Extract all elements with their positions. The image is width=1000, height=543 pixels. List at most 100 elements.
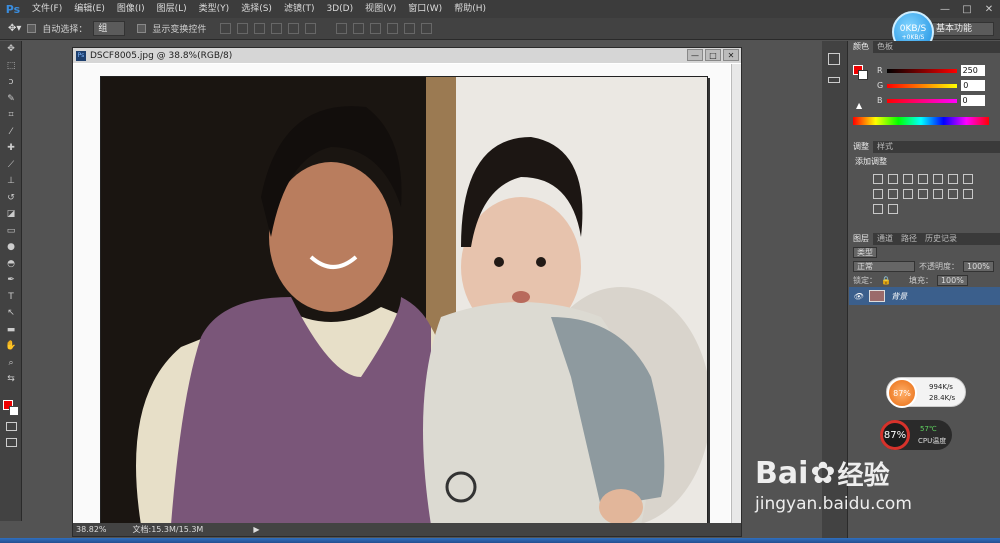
tab-history[interactable]: 历史记录 [921, 233, 961, 245]
blue-value[interactable]: 0 [960, 95, 985, 106]
visibility-eye-icon[interactable]: 👁 [853, 292, 863, 301]
red-value[interactable]: 250 [960, 65, 985, 76]
vibrance-icon[interactable] [933, 174, 943, 184]
align-right-icon[interactable] [305, 23, 317, 34]
color-balance-icon[interactable] [963, 174, 973, 184]
align-vcenter-icon[interactable] [237, 23, 249, 34]
align-bottom-icon[interactable] [254, 23, 266, 34]
lasso-icon[interactable]: ↄ [0, 74, 22, 91]
align-top-icon[interactable] [220, 23, 232, 34]
curves-icon[interactable] [903, 174, 913, 184]
red-slider[interactable] [886, 68, 957, 73]
tab-paths[interactable]: 路径 [897, 233, 921, 245]
history-panel-icon[interactable] [828, 53, 840, 65]
menu-window[interactable]: 窗口(W) [402, 0, 448, 18]
menu-file[interactable]: 文件(F) [26, 0, 68, 18]
move-icon[interactable]: ✥ [0, 41, 22, 58]
menu-select[interactable]: 选择(S) [235, 0, 278, 18]
lock-icon[interactable]: 🔒 [881, 276, 891, 285]
doc-maximize-button[interactable]: □ [705, 49, 721, 61]
auto-select-dropdown[interactable]: 组 [93, 21, 126, 36]
gradient-icon[interactable]: ▭ [0, 223, 22, 240]
network-monitor-widget[interactable]: 87% 994K/s 28.4K/s [886, 377, 966, 408]
distribute-vcenter-icon[interactable] [353, 23, 365, 34]
quick-mask-icon[interactable] [6, 422, 17, 431]
healing-brush-icon[interactable]: ✚ [0, 140, 22, 157]
opacity-value[interactable]: 100% [963, 260, 994, 272]
tab-color[interactable]: 颜色 [849, 41, 873, 53]
threshold-icon[interactable] [963, 189, 973, 199]
shape-icon[interactable]: ▬ [0, 322, 22, 339]
eraser-icon[interactable]: ◪ [0, 206, 22, 223]
distribute-hcenter-icon[interactable] [404, 23, 416, 34]
brush-icon[interactable]: ⟋ [0, 157, 22, 174]
screen-mode-icon[interactable] [6, 438, 17, 447]
dodge-icon[interactable]: ◓ [0, 256, 22, 273]
distribute-top-icon[interactable] [336, 23, 348, 34]
distribute-right-icon[interactable] [421, 23, 433, 34]
menu-3d[interactable]: 3D(D) [320, 0, 359, 18]
type-icon[interactable]: T [0, 289, 22, 306]
canvas[interactable] [74, 64, 730, 524]
auto-select-checkbox[interactable] [27, 24, 37, 33]
brightness-icon[interactable] [873, 174, 883, 184]
crop-icon[interactable]: ⌗ [0, 107, 22, 124]
layer-kind-dropdown[interactable]: 类型 [853, 246, 877, 258]
exposure-icon[interactable] [918, 174, 928, 184]
distribute-left-icon[interactable] [387, 23, 399, 34]
menu-image[interactable]: 图像(I) [111, 0, 151, 18]
menu-layer[interactable]: 图层(L) [151, 0, 193, 18]
levels-icon[interactable] [888, 174, 898, 184]
eyedropper-icon[interactable]: ⁄ [0, 124, 22, 141]
cpu-temp-widget[interactable]: 87% 57℃ CPU温度 [880, 420, 952, 450]
channel-mixer-icon[interactable] [903, 189, 913, 199]
path-select-icon[interactable]: ↖ [0, 305, 22, 322]
swap-colors-icon[interactable]: ⇆ [0, 371, 22, 388]
blur-icon[interactable]: ● [0, 239, 22, 256]
menu-help[interactable]: 帮助(H) [448, 0, 492, 18]
gradient-map-icon[interactable] [873, 204, 883, 214]
marquee-icon[interactable]: ⬚ [0, 58, 22, 75]
statusbar-arrow-icon[interactable]: ▶ [253, 525, 259, 534]
document-vertical-scrollbar[interactable] [731, 64, 741, 523]
selective-color-icon[interactable] [888, 204, 898, 214]
color-lookup-icon[interactable] [918, 189, 928, 199]
show-transform-checkbox[interactable] [137, 24, 147, 33]
panel-bg-color[interactable] [858, 70, 868, 80]
quick-select-icon[interactable]: ✎ [0, 91, 22, 108]
tab-layers[interactable]: 图层 [849, 233, 873, 245]
blend-mode-dropdown[interactable]: 正常 [853, 260, 915, 272]
pen-icon[interactable]: ✒ [0, 272, 22, 289]
tab-channels[interactable]: 通道 [873, 233, 897, 245]
green-value[interactable]: 0 [961, 80, 986, 91]
layer-background-row[interactable]: 👁 背景 [849, 287, 1000, 305]
tab-adjustments[interactable]: 调整 [849, 141, 873, 153]
posterize-icon[interactable] [948, 189, 958, 199]
clone-stamp-icon[interactable]: ⊥ [0, 173, 22, 190]
doc-minimize-button[interactable]: — [687, 49, 703, 61]
menu-view[interactable]: 视图(V) [359, 0, 402, 18]
blue-slider[interactable] [886, 98, 957, 103]
zoom-level[interactable]: 38.82% [76, 525, 107, 534]
color-spectrum-bar[interactable] [853, 117, 989, 125]
close-button[interactable]: ✕ [978, 0, 1000, 18]
tab-styles[interactable]: 样式 [873, 141, 897, 153]
distribute-bottom-icon[interactable] [370, 23, 382, 34]
maximize-button[interactable]: □ [956, 0, 978, 18]
workspace-dropdown[interactable]: 基本功能 [932, 22, 994, 36]
align-hcenter-icon[interactable] [288, 23, 300, 34]
hand-icon[interactable]: ✋ [0, 338, 22, 355]
hue-saturation-icon[interactable] [948, 174, 958, 184]
green-slider[interactable] [887, 83, 958, 88]
minimize-button[interactable]: — [934, 0, 956, 18]
photo-filter-icon[interactable] [888, 189, 898, 199]
align-left-icon[interactable] [271, 23, 283, 34]
background-color-swatch[interactable] [9, 406, 19, 416]
menu-edit[interactable]: 编辑(E) [68, 0, 111, 18]
move-tool-icon[interactable]: ✥▾ [8, 23, 21, 34]
properties-panel-icon[interactable] [828, 77, 840, 83]
history-brush-icon[interactable]: ↺ [0, 190, 22, 207]
tab-swatches[interactable]: 色板 [873, 41, 897, 53]
black-white-icon[interactable] [873, 189, 883, 199]
menu-type[interactable]: 类型(Y) [193, 0, 236, 18]
